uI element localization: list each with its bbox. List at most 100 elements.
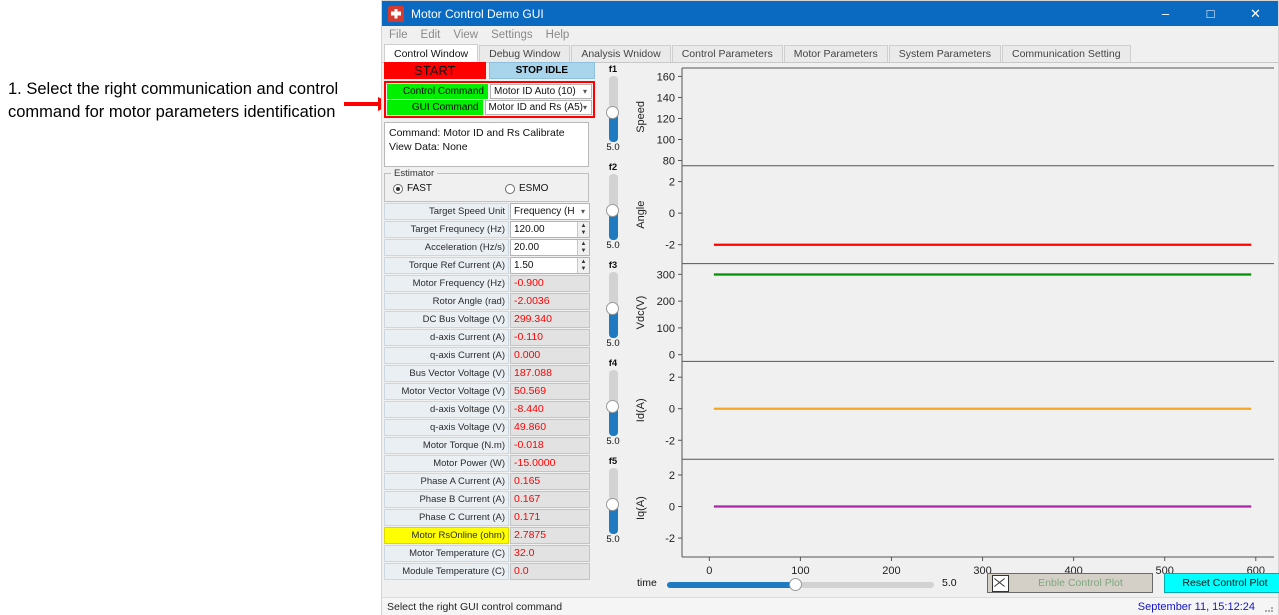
svg-text:120: 120 bbox=[657, 113, 675, 125]
menu-item-help[interactable]: Help bbox=[546, 29, 570, 41]
time-slider-handle[interactable] bbox=[789, 578, 802, 591]
target-speed-unit-dropdown[interactable]: Frequency (H ▾ bbox=[510, 203, 590, 220]
enable-control-plot-button[interactable]: Enble Control Plot bbox=[987, 573, 1153, 593]
param-value: 20.00 bbox=[514, 242, 540, 253]
spinner-stepper[interactable]: ▲ ▼ bbox=[577, 258, 589, 273]
gui-command-dropdown[interactable]: Motor ID and Rs (A5) ▾ bbox=[484, 100, 592, 115]
time-slider[interactable] bbox=[667, 578, 934, 591]
slider-handle[interactable] bbox=[605, 106, 619, 119]
reset-control-plot-button[interactable]: Reset Control Plot bbox=[1164, 573, 1279, 593]
monitor-value: 2.7875 bbox=[510, 527, 590, 544]
annotation-text: 1. Select the right communication and co… bbox=[8, 80, 339, 121]
tab-debug-window[interactable]: Debug Window bbox=[479, 45, 571, 62]
tab-communication-setting[interactable]: Communication Setting bbox=[1001, 45, 1131, 62]
monitor-value: 50.569 bbox=[510, 383, 590, 400]
resize-grip-icon[interactable] bbox=[1261, 600, 1275, 614]
spinner-stepper[interactable]: ▲ ▼ bbox=[577, 240, 589, 255]
param-value: 1.50 bbox=[514, 260, 534, 271]
slider-value: 5.0 bbox=[606, 436, 620, 447]
spin-up-icon[interactable]: ▲ bbox=[578, 240, 589, 248]
param-value: Frequency (H bbox=[514, 206, 575, 217]
slider-value: 5.0 bbox=[606, 240, 620, 251]
control-command-dropdown[interactable]: Motor ID Auto (10) ▾ bbox=[490, 84, 592, 99]
slider-f4[interactable]: f4 5.0 bbox=[599, 358, 627, 448]
tab-control-window[interactable]: Control Window bbox=[384, 44, 479, 62]
slider-name: f1 bbox=[608, 64, 618, 75]
slider-handle[interactable] bbox=[605, 498, 619, 511]
slider-handle[interactable] bbox=[605, 204, 619, 217]
monitor-row: Rotor Angle (rad) -2.0036 bbox=[384, 293, 595, 310]
spin-up-icon[interactable]: ▲ bbox=[578, 222, 589, 230]
torque-ref-current-input[interactable]: 1.50 ▲ ▼ bbox=[510, 257, 590, 274]
slider-track[interactable] bbox=[605, 76, 619, 142]
monitor-label: Module Temperature (C) bbox=[384, 563, 509, 580]
maximize-button[interactable]: □ bbox=[1188, 1, 1233, 26]
slider-value: 5.0 bbox=[606, 142, 620, 153]
spin-down-icon[interactable]: ▼ bbox=[578, 265, 589, 273]
slider-f2[interactable]: f2 5.0 bbox=[599, 162, 627, 252]
radio-fast-label: FAST bbox=[407, 183, 433, 194]
monitor-label: Bus Vector Voltage (V) bbox=[384, 365, 509, 382]
control-plot: 80 100 120 140 160 Speed -2 0 2 Angle 0 100 200 300 Vd… bbox=[630, 62, 1278, 595]
estimator-group-label: Estimator bbox=[391, 168, 438, 179]
app-window: Motor Control Demo GUI – □ ✕ File Edit V… bbox=[381, 0, 1279, 615]
svg-text:160: 160 bbox=[657, 71, 675, 83]
slider-track[interactable] bbox=[605, 174, 619, 240]
spinner-stepper[interactable]: ▲ ▼ bbox=[577, 222, 589, 237]
control-command-value: Motor ID Auto (10) bbox=[494, 86, 576, 97]
slider-name: f4 bbox=[608, 358, 618, 369]
gui-command-label: GUI Command bbox=[387, 100, 483, 115]
monitor-value: 49.860 bbox=[510, 419, 590, 436]
menu-item-edit[interactable]: Edit bbox=[421, 29, 441, 41]
chevron-down-icon: ▾ bbox=[582, 87, 587, 96]
slider-handle[interactable] bbox=[605, 400, 619, 413]
monitor-row: Phase B Current (A) 0.167 bbox=[384, 491, 595, 508]
stop-idle-button[interactable]: STOP IDLE bbox=[488, 62, 595, 79]
tab-bar: Control Window Debug Window Analysis Wni… bbox=[382, 44, 1278, 63]
monitor-label: Motor Temperature (C) bbox=[384, 545, 509, 562]
command-status-line2: View Data: None bbox=[389, 141, 468, 154]
tab-control-parameters[interactable]: Control Parameters bbox=[671, 45, 783, 62]
slider-f3[interactable]: f3 5.0 bbox=[599, 260, 627, 350]
monitor-value: 187.088 bbox=[510, 365, 590, 382]
svg-text:0: 0 bbox=[669, 350, 675, 362]
monitor-value: 299.340 bbox=[510, 311, 590, 328]
svg-text:2: 2 bbox=[669, 470, 675, 482]
slider-track[interactable] bbox=[605, 272, 619, 338]
slider-track[interactable] bbox=[605, 468, 619, 534]
acceleration-input[interactable]: 20.00 ▲ ▼ bbox=[510, 239, 590, 256]
monitor-value: 0.171 bbox=[510, 509, 590, 526]
monitor-label: q-axis Current (A) bbox=[384, 347, 509, 364]
slider-f1[interactable]: f1 5.0 bbox=[599, 64, 627, 154]
monitor-list: Motor Frequency (Hz) -0.900 Rotor Angle (r… bbox=[384, 275, 595, 580]
monitor-value: 0.000 bbox=[510, 347, 590, 364]
svg-text:140: 140 bbox=[657, 92, 675, 104]
monitor-row: DC Bus Voltage (V) 299.340 bbox=[384, 311, 595, 328]
monitor-row: Phase C Current (A) 0.171 bbox=[384, 509, 595, 526]
svg-text:-2: -2 bbox=[665, 435, 675, 447]
window-title: Motor Control Demo GUI bbox=[411, 6, 544, 21]
spin-down-icon[interactable]: ▼ bbox=[578, 229, 589, 237]
slider-handle[interactable] bbox=[605, 302, 619, 315]
tab-analysis-window[interactable]: Analysis Wnidow bbox=[571, 45, 671, 62]
svg-text:300: 300 bbox=[657, 269, 675, 281]
spin-down-icon[interactable]: ▼ bbox=[578, 247, 589, 255]
time-slider-fill bbox=[667, 582, 795, 588]
tab-motor-parameters[interactable]: Motor Parameters bbox=[783, 45, 888, 62]
spin-up-icon[interactable]: ▲ bbox=[578, 258, 589, 266]
slider-track[interactable] bbox=[605, 370, 619, 436]
minimize-button[interactable]: – bbox=[1143, 1, 1188, 26]
radio-dot-icon bbox=[505, 183, 515, 194]
menu-item-view[interactable]: View bbox=[453, 29, 478, 41]
radio-fast[interactable]: FAST bbox=[393, 183, 432, 194]
slider-f5[interactable]: f5 5.0 bbox=[599, 456, 627, 546]
target-frequency-input[interactable]: 120.00 ▲ ▼ bbox=[510, 221, 590, 238]
command-status-box: Command: Motor ID and Rs Calibrate View … bbox=[384, 122, 589, 167]
monitor-value: -0.018 bbox=[510, 437, 590, 454]
radio-esmo[interactable]: ESMO bbox=[505, 183, 548, 194]
menu-item-file[interactable]: File bbox=[389, 29, 408, 41]
menu-item-settings[interactable]: Settings bbox=[491, 29, 533, 41]
start-button[interactable]: START bbox=[384, 62, 486, 79]
close-button[interactable]: ✕ bbox=[1233, 1, 1278, 26]
tab-system-parameters[interactable]: System Parameters bbox=[888, 45, 1001, 62]
